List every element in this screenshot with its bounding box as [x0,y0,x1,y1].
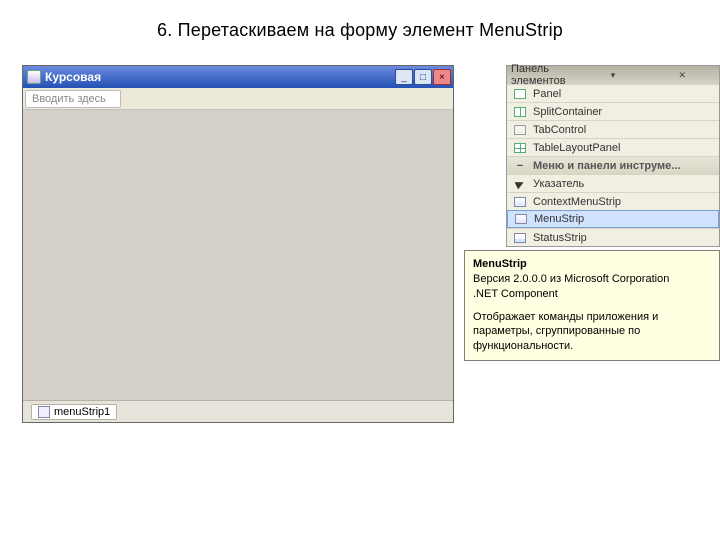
close-icon[interactable]: ✕ [650,70,715,80]
toolbox-item-panel[interactable]: Panel [507,84,719,102]
menustrip-type-here[interactable]: Вводить здесь [25,90,121,108]
toolbox-item-tablelayoutpanel[interactable]: TableLayoutPanel [507,138,719,156]
tooltip: MenuStrip Версия 2.0.0.0 из Microsoft Co… [464,250,720,361]
toolbox-item-label: Указатель [533,178,584,190]
close-button[interactable]: × [433,69,451,85]
tray-item-menustrip1[interactable]: menuStrip1 [31,404,117,420]
toolbox-group-label: Меню и панели инструме... [533,160,680,172]
toolbox-item-statusstrip[interactable]: StatusStrip [507,228,719,246]
pin-icon[interactable]: ▾ [580,70,645,80]
tooltip-description: Отображает команды приложения и параметр… [473,310,711,355]
toolbox-item-label: Panel [533,88,561,100]
contextmenustrip-icon [513,196,527,208]
tooltip-component: .NET Component [473,287,711,302]
maximize-button[interactable]: □ [414,69,432,85]
statusstrip-icon [513,232,527,244]
tablelayoutpanel-icon [513,142,527,154]
app-icon [27,70,41,84]
splitcontainer-icon [513,106,527,118]
window-buttons: _ □ × [395,69,451,85]
toolbox-header[interactable]: Панель элементов ▾ ✕ [507,66,719,84]
tabcontrol-icon [513,124,527,136]
toolbox-group-menus[interactable]: − Меню и панели инструме... [507,156,719,174]
form-designer-window: Курсовая _ □ × Вводить здесь menuStrip1 [22,65,454,423]
window-title: Курсовая [45,70,395,84]
toolbox-item-label: ContextMenuStrip [533,196,621,208]
pointer-icon [513,178,527,190]
toolbox-item-pointer[interactable]: Указатель [507,174,719,192]
toolbox-item-menustrip[interactable]: MenuStrip [507,210,719,228]
menustrip-bar[interactable]: Вводить здесь [23,88,453,110]
toolbox-panel: Панель элементов ▾ ✕ Panel SplitContaine… [506,65,720,247]
tooltip-title: MenuStrip [473,257,711,272]
menustrip-icon [38,406,50,418]
toolbox-item-label: TableLayoutPanel [533,142,620,154]
titlebar[interactable]: Курсовая _ □ × [23,66,453,88]
toolbox-item-label: SplitContainer [533,106,602,118]
slide-title: 6. Перетаскиваем на форму элемент MenuSt… [0,0,720,55]
tooltip-version: Версия 2.0.0.0 из Microsoft Corporation [473,272,711,287]
toolbox-item-contextmenustrip[interactable]: ContextMenuStrip [507,192,719,210]
toolbox-header-label: Панель элементов [511,63,576,87]
form-client-area[interactable] [23,110,453,400]
panel-icon [513,88,527,100]
minimize-button[interactable]: _ [395,69,413,85]
toolbox-item-label: StatusStrip [533,232,587,244]
menustrip-icon [514,213,528,225]
toolbox-item-label: MenuStrip [534,213,584,225]
toolbox-item-label: TabControl [533,124,586,136]
toolbox-item-tabcontrol[interactable]: TabControl [507,120,719,138]
toolbox-item-splitcontainer[interactable]: SplitContainer [507,102,719,120]
tray-item-label: menuStrip1 [54,406,110,418]
component-tray: menuStrip1 [23,400,453,422]
collapse-icon: − [513,160,527,172]
